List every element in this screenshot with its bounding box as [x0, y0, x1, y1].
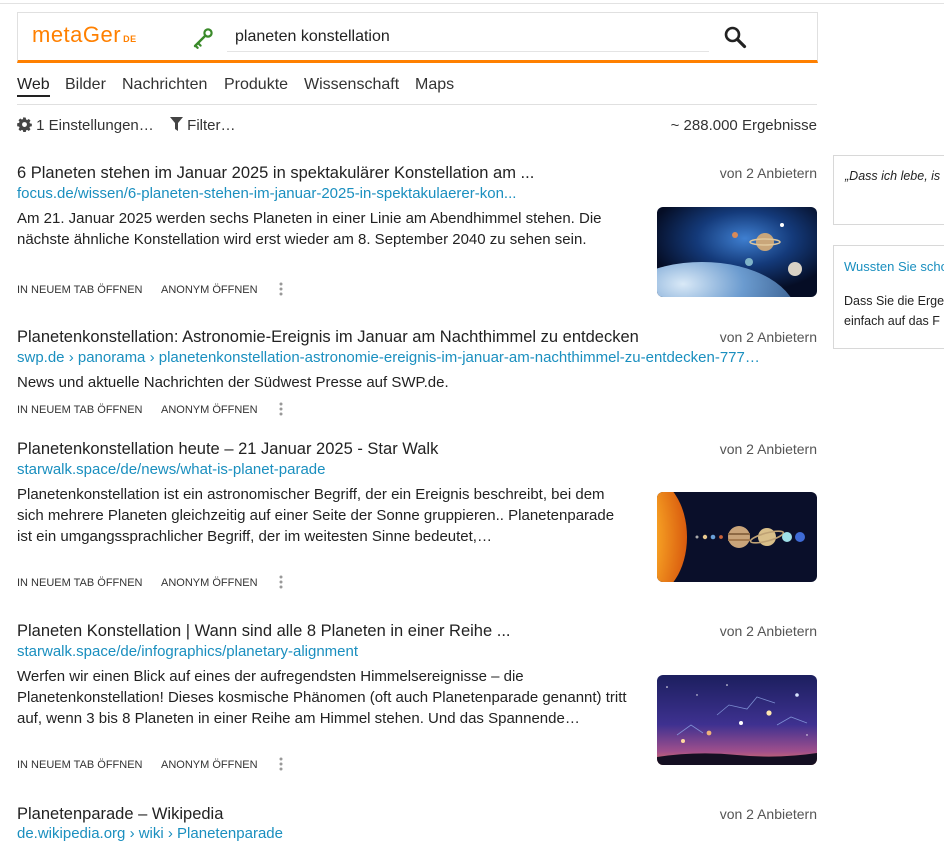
planets-image: [657, 207, 817, 297]
result-title[interactable]: Planetenparade – Wikipedia: [17, 805, 223, 824]
result-description: Planetenkonstellation ist ein astronomis…: [17, 486, 615, 545]
open-anonymous-link[interactable]: ANONYM ÖFFNEN: [161, 759, 258, 771]
result-url[interactable]: swp.de › panorama › planetenkonstellatio…: [17, 349, 760, 366]
more-options-icon[interactable]: [279, 402, 283, 416]
result-url[interactable]: starwalk.space/de/infographics/planetary…: [17, 643, 358, 660]
more-options-icon[interactable]: [279, 575, 283, 589]
result-providers: von 2 Anbietern: [719, 329, 817, 345]
options-bar: 1 Einstellungen… Filter… ~ 288.000 Ergeb…: [17, 117, 817, 137]
result-title[interactable]: Planeten Konstellation | Wann sind alle …: [17, 622, 511, 641]
result-providers: von 2 Anbietern: [719, 441, 817, 457]
result-thumbnail[interactable]: [657, 207, 817, 297]
result-url[interactable]: starwalk.space/de/news/what-is-planet-pa…: [17, 461, 326, 478]
funnel-icon: [170, 117, 183, 131]
result-description: News und aktuelle Nachrichten der Südwes…: [17, 374, 449, 391]
tab-produkte[interactable]: Produkte: [224, 76, 288, 94]
result-item: Planetenkonstellation heute – 21 Januar …: [17, 440, 817, 595]
did-you-know-line: Dass Sie die Erge: [844, 294, 944, 308]
did-you-know-box: Wussten Sie scho Dass Sie die Erge einfa…: [833, 245, 944, 349]
result-providers: von 2 Anbietern: [719, 806, 817, 822]
result-providers: von 2 Anbietern: [719, 165, 817, 181]
result-item: 6 Planeten stehen im Januar 2025 in spek…: [17, 164, 817, 304]
search-bar: metaGer DE: [17, 12, 818, 63]
search-icon[interactable]: [723, 25, 747, 49]
tab-web[interactable]: Web: [17, 76, 50, 97]
result-url[interactable]: de.wikipedia.org › wiki › Planetenparade: [17, 825, 283, 842]
result-item: Planetenparade – Wikipedia von 2 Anbiete…: [17, 805, 817, 848]
result-item: Planetenkonstellation: Astronomie-Ereign…: [17, 328, 817, 420]
settings-button[interactable]: 1 Einstellungen…: [17, 117, 154, 134]
result-title[interactable]: 6 Planeten stehen im Januar 2025 in spek…: [17, 164, 534, 183]
result-thumbnail[interactable]: [657, 492, 817, 582]
top-divider: [0, 3, 944, 4]
open-anonymous-link[interactable]: ANONYM ÖFFNEN: [161, 404, 258, 416]
key-icon[interactable]: [192, 27, 214, 49]
logo-text: metaGer: [32, 22, 122, 47]
more-options-icon[interactable]: [279, 757, 283, 771]
result-count: ~ 288.000 Ergebnisse: [670, 117, 817, 134]
result-description: Werfen wir einen Blick auf eines der auf…: [17, 668, 627, 727]
open-new-tab-link[interactable]: IN NEUEM TAB ÖFFNEN: [17, 577, 143, 589]
search-input[interactable]: [227, 23, 709, 52]
result-title[interactable]: Planetenkonstellation heute – 21 Januar …: [17, 440, 438, 459]
result-url[interactable]: focus.de/wissen/6-planeten-stehen-im-jan…: [17, 185, 516, 202]
tab-wissenschaft[interactable]: Wissenschaft: [304, 76, 399, 94]
quote-text: „Dass ich lebe, is: [845, 169, 941, 183]
logo-tld: DE: [123, 34, 137, 44]
result-providers: von 2 Anbietern: [719, 623, 817, 639]
vertical-tabs: Web Bilder Nachrichten Produkte Wissensc…: [17, 76, 817, 105]
open-new-tab-link[interactable]: IN NEUEM TAB ÖFFNEN: [17, 284, 143, 296]
result-title[interactable]: Planetenkonstellation: Astronomie-Ereign…: [17, 328, 639, 347]
tab-maps[interactable]: Maps: [415, 76, 454, 94]
metager-logo[interactable]: metaGer DE: [32, 22, 137, 48]
gear-icon: [17, 117, 32, 132]
tab-nachrichten[interactable]: Nachrichten: [122, 76, 207, 94]
open-new-tab-link[interactable]: IN NEUEM TAB ÖFFNEN: [17, 404, 143, 416]
settings-label: 1 Einstellungen…: [36, 117, 154, 134]
filter-label: Filter…: [187, 117, 236, 134]
did-you-know-title[interactable]: Wussten Sie scho: [844, 259, 944, 274]
open-anonymous-link[interactable]: ANONYM ÖFFNEN: [161, 284, 258, 296]
solar-system-image: [657, 492, 817, 582]
more-options-icon[interactable]: [279, 282, 283, 296]
open-anonymous-link[interactable]: ANONYM ÖFFNEN: [161, 577, 258, 589]
did-you-know-text: Dass Sie die Erge einfach auf das F: [844, 291, 944, 331]
quote-box: „Dass ich lebe, is: [833, 155, 944, 225]
open-new-tab-link[interactable]: IN NEUEM TAB ÖFFNEN: [17, 759, 143, 771]
did-you-know-line: einfach auf das F: [844, 314, 940, 328]
result-thumbnail[interactable]: [657, 675, 817, 765]
result-item: Planeten Konstellation | Wann sind alle …: [17, 622, 817, 777]
tab-bilder[interactable]: Bilder: [65, 76, 106, 94]
filter-button[interactable]: Filter…: [170, 117, 236, 134]
result-description: Am 21. Januar 2025 werden sechs Planeten…: [17, 210, 602, 248]
night-sky-image: [657, 675, 817, 765]
